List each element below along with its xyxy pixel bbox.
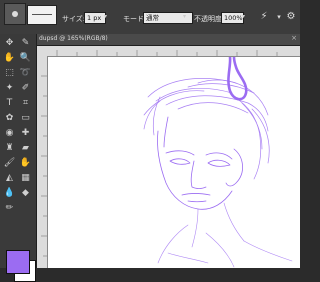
brush-tip-icon: [12, 11, 18, 17]
gradient-tool[interactable]: ▦: [19, 172, 32, 184]
move-tool[interactable]: ✥: [3, 37, 16, 49]
tablet-pressure-icon[interactable]: ⚙: [284, 10, 298, 24]
lasso-tool[interactable]: ➰: [19, 67, 32, 79]
eraser-tool[interactable]: ▰: [19, 142, 32, 154]
opacity-label: 不透明度:: [194, 15, 225, 23]
hand-tool[interactable]: ✋: [3, 52, 16, 64]
paint-bucket-tool[interactable]: ◭: [3, 172, 16, 184]
vertical-ruler-ticks: [41, 75, 47, 257]
shape-tool[interactable]: ✿: [3, 112, 16, 124]
marquee-tool[interactable]: ⬚: [3, 67, 16, 79]
foreground-color-swatch[interactable]: [6, 250, 30, 274]
size-dropdown-arrow-icon[interactable]: ▾: [104, 13, 107, 20]
size-label: サイズ:: [62, 15, 86, 23]
document-tab[interactable]: dupsd @ 165%(RGB/8) ×: [37, 34, 300, 46]
magic-wand-tool[interactable]: ✦: [3, 82, 16, 94]
options-bar: サイズ: 1 px ▾ モード: 通常 ▾ 不透明度: 100% ▾ ⚡ ▾ ⚙: [0, 0, 300, 35]
airbrush-icon[interactable]: ⚡: [257, 10, 271, 24]
healing-brush-tool[interactable]: ✚: [19, 127, 32, 139]
horizontal-ruler-ticks: [56, 50, 278, 56]
brush-stroke-preview[interactable]: [27, 5, 57, 25]
toolbox: ✥ ✎ ✋ 🔍 ⬚ ➰ ✦ ✐ T ⌗ ✿ ▭ ◉ ✚ ♜ ▰ 🖌 ✋ ◭ ▦ 💧 ◆ ✏: [0, 34, 37, 282]
drawing-canvas[interactable]: [48, 57, 300, 268]
vertical-ruler: [37, 56, 48, 268]
type-tool[interactable]: T: [3, 97, 16, 109]
sponge-tool[interactable]: ◆: [19, 187, 32, 199]
opacity-field[interactable]: 100%: [221, 12, 244, 24]
opacity-dropdown-arrow-icon[interactable]: ▾: [242, 13, 245, 20]
brush-tool[interactable]: 🖌: [3, 157, 16, 169]
quick-selection-tool[interactable]: ✐: [19, 82, 32, 94]
crop-tool[interactable]: ⌗: [19, 97, 32, 109]
red-eye-tool[interactable]: ◉: [3, 127, 16, 139]
pencil-tool[interactable]: ✏: [3, 202, 16, 214]
clone-stamp-tool[interactable]: ♜: [3, 142, 16, 154]
sketch-artwork: [143, 57, 293, 268]
straighten-tool[interactable]: ▭: [19, 112, 32, 124]
stroke-line-icon: [32, 14, 52, 15]
blur-tool[interactable]: 💧: [3, 187, 16, 199]
eyedropper-tool[interactable]: ✎: [19, 37, 32, 49]
mode-dropdown-arrow-icon[interactable]: ▾: [183, 13, 186, 20]
document-title: dupsd @ 165%(RGB/8): [39, 35, 108, 42]
brush-picker-button[interactable]: [4, 3, 26, 25]
smudge-tool[interactable]: ✋: [19, 157, 32, 169]
size-field[interactable]: 1 px: [84, 12, 106, 24]
close-icon[interactable]: ×: [291, 34, 297, 42]
zoom-tool[interactable]: 🔍: [19, 52, 32, 64]
horizontal-ruler: [37, 46, 300, 57]
